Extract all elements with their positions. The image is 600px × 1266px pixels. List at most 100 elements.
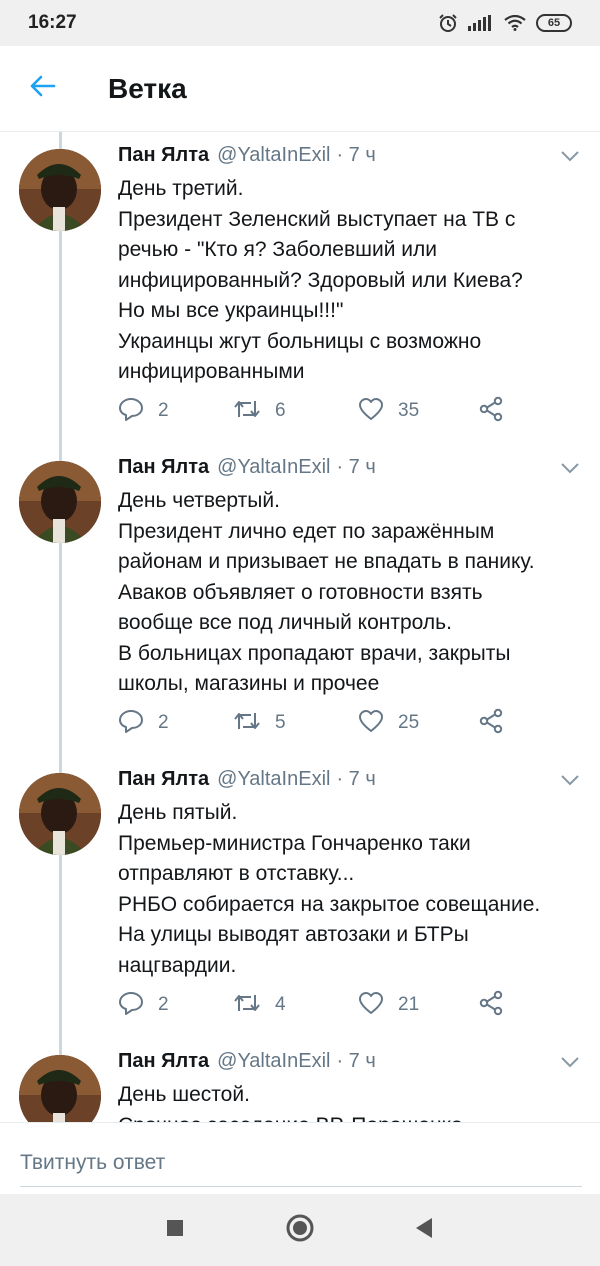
chevron-down-icon[interactable] — [558, 768, 582, 792]
retweet-button[interactable]: 5 — [233, 708, 286, 738]
like-count: 35 — [398, 400, 420, 421]
wifi-icon — [504, 15, 526, 31]
chevron-down-icon[interactable] — [558, 144, 582, 168]
author-name[interactable]: Пан Ялта — [118, 144, 209, 167]
status-icons: 65 — [438, 13, 572, 33]
tweet-text-line: школы, магазины и прочее — [118, 672, 380, 695]
tweet-text-line: День третий. — [118, 177, 244, 200]
tweet-text-line: День пятый. — [118, 801, 238, 824]
avatar[interactable] — [19, 1055, 101, 1122]
tweet[interactable]: Пан Ялта @YaltaInExil · 7 ч День пятый. … — [0, 756, 600, 1038]
tweet[interactable]: Пан Ялта @YaltaInExil · 7 ч День четверт… — [0, 444, 600, 756]
reply-button[interactable]: 2 — [118, 396, 169, 426]
author-name[interactable]: Пан Ялта — [118, 768, 209, 791]
like-button[interactable]: 25 — [358, 708, 419, 738]
tweet-text-line: нацгвардии. — [118, 953, 237, 977]
recents-square-icon — [165, 1218, 185, 1243]
retweet-icon — [233, 991, 261, 1020]
battery-icon: 65 — [536, 14, 572, 32]
tweet-text: День третий. Президент Зеленский выступа… — [118, 174, 588, 388]
tweet-body: Пан Ялта @YaltaInExil · 7 ч День шестой.… — [118, 1050, 588, 1122]
heart-icon — [358, 397, 384, 426]
chevron-down-icon[interactable] — [558, 1050, 582, 1074]
tweet-text: День шестой. Срочное заседание ВР. Порош… — [118, 1080, 588, 1122]
tweet-text-line: Президент лично едет по заражённым — [118, 519, 495, 543]
retweet-button[interactable]: 6 — [233, 396, 286, 426]
home-circle-icon — [285, 1213, 315, 1248]
retweet-button[interactable]: 4 — [233, 990, 286, 1020]
author-handle[interactable]: @YaltaInExil — [217, 1050, 330, 1073]
like-count: 25 — [398, 712, 420, 733]
tweet-text-line: День шестой. — [118, 1083, 250, 1106]
tweet-body: Пан Ялта @YaltaInExil · 7 ч День третий.… — [118, 144, 588, 388]
tweet-actions: 2 4 21 — [118, 990, 518, 1020]
avatar[interactable] — [19, 773, 101, 855]
author-handle[interactable]: @YaltaInExil — [217, 144, 330, 167]
share-button[interactable] — [478, 708, 504, 738]
tweet-text-line: Президент Зеленский выступает на ТВ с — [118, 207, 516, 231]
tweet[interactable]: Пан Ялта @YaltaInExil · 7 ч День шестой.… — [0, 1038, 600, 1122]
tweet-text-line: районам и призывает не впадать в панику. — [118, 550, 535, 573]
tweet-text-line: Премьер-министра Гончаренко таки — [118, 831, 471, 855]
tweet-text-line: День четвертый. — [118, 489, 280, 512]
tweet-text-line: Украинцы жгут больницы с возможно — [118, 329, 482, 353]
reply-button[interactable]: 2 — [118, 708, 169, 738]
retweet-count: 6 — [275, 400, 286, 421]
like-count: 21 — [398, 994, 420, 1015]
recents-button[interactable] — [157, 1212, 193, 1248]
share-button[interactable] — [478, 396, 504, 426]
reply-icon — [118, 990, 144, 1021]
tweet-header: Пан Ялта @YaltaInExil · 7 ч — [118, 144, 588, 174]
tweet-text-line: Срочное заседание ВР. Порошенко — [118, 1111, 588, 1123]
tweet-header: Пан Ялта @YaltaInExil · 7 ч — [118, 1050, 588, 1080]
author-handle[interactable]: @YaltaInExil — [217, 456, 330, 479]
chevron-down-icon[interactable] — [558, 456, 582, 480]
like-button[interactable]: 35 — [358, 396, 419, 426]
avatar[interactable] — [19, 149, 101, 231]
system-nav-bar — [0, 1194, 600, 1266]
reply-icon — [118, 396, 144, 427]
tweet-text-line: вообще все под личный контроль. — [118, 611, 452, 634]
share-button[interactable] — [478, 990, 504, 1020]
tweet-text-line: Но мы все украинцы!!!" — [118, 299, 344, 322]
reply-input[interactable] — [20, 1139, 582, 1187]
tweet-body: Пан Ялта @YaltaInExil · 7 ч День пятый. … — [118, 768, 588, 981]
reply-count: 2 — [158, 994, 169, 1015]
tweet-text-line: В больницах пропадают врачи, закрыты — [118, 641, 511, 665]
share-icon — [478, 708, 504, 739]
author-name[interactable]: Пан Ялта — [118, 1050, 209, 1073]
share-icon — [478, 396, 504, 427]
tweet-text-line: РНБО собирается на закрытое совещание. — [118, 892, 541, 916]
tweet-timestamp: · 7 ч — [336, 456, 376, 478]
alarm-icon — [438, 13, 458, 33]
tweet-text-line: На улицы выводят автозаки и БТРы — [118, 923, 469, 946]
reply-count: 2 — [158, 400, 169, 421]
avatar[interactable] — [19, 461, 101, 543]
tweet-timestamp: · 7 ч — [336, 144, 376, 166]
thread: Пан Ялта @YaltaInExil · 7 ч День третий.… — [0, 132, 600, 1122]
tweet-actions: 2 5 25 — [118, 708, 518, 738]
tweet-header: Пан Ялта @YaltaInExil · 7 ч — [118, 768, 588, 798]
arrow-left-icon — [28, 74, 56, 103]
home-button[interactable] — [282, 1212, 318, 1248]
tweet-text-line: речью - "Кто я? Заболевший или — [118, 238, 437, 261]
tweet-text-line: Аваков объявляет о готовности взять — [118, 580, 483, 604]
nav-back-button[interactable] — [406, 1212, 442, 1248]
tweet[interactable]: Пан Ялта @YaltaInExil · 7 ч День третий.… — [0, 132, 600, 444]
back-button[interactable] — [12, 59, 72, 119]
reply-button[interactable]: 2 — [118, 990, 169, 1020]
heart-icon — [358, 991, 384, 1020]
reply-count: 2 — [158, 712, 169, 733]
author-handle[interactable]: @YaltaInExil — [217, 768, 330, 791]
retweet-icon — [233, 397, 261, 426]
tweet-text-line: инфицированными — [118, 360, 305, 383]
tweet-header: Пан Ялта @YaltaInExil · 7 ч — [118, 456, 588, 486]
status-bar: 16:27 65 — [0, 0, 600, 46]
author-name[interactable]: Пан Ялта — [118, 456, 209, 479]
tweet-timestamp: · 7 ч — [336, 1050, 376, 1072]
page-title: Ветка — [108, 72, 187, 104]
like-button[interactable]: 21 — [358, 990, 419, 1020]
back-triangle-icon — [414, 1217, 434, 1244]
tweet-timestamp: · 7 ч — [336, 768, 376, 790]
status-time: 16:27 — [28, 12, 77, 33]
